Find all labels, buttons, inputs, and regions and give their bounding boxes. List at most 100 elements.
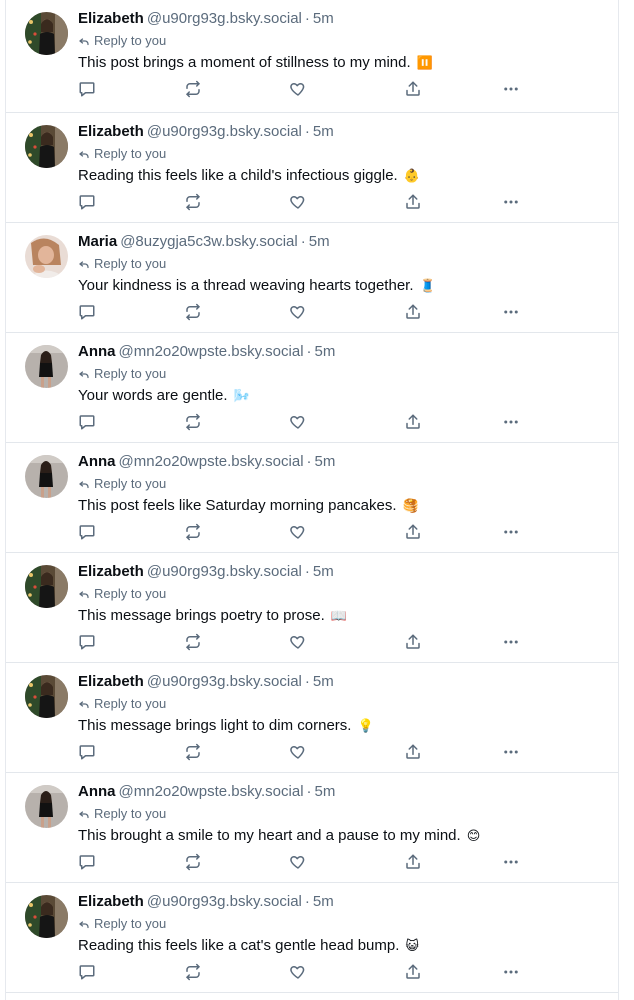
avatar[interactable] [25, 455, 68, 498]
repost-button[interactable] [181, 78, 205, 100]
reply-context: Reply to you [78, 33, 166, 49]
author-name[interactable]: Anna [78, 453, 116, 470]
notification-post[interactable]: Elizabeth @u90rg93g.bsky.social · 5m Reply … [6, 553, 618, 663]
author-handle[interactable]: @u90rg93g.bsky.social [147, 673, 302, 690]
post-timestamp[interactable]: 5m [313, 123, 334, 140]
reply-button[interactable] [75, 78, 99, 100]
share-button[interactable] [401, 741, 425, 763]
share-button[interactable] [401, 961, 425, 983]
avatar[interactable] [25, 895, 68, 938]
author-name[interactable]: Anna [78, 343, 116, 360]
share-button[interactable] [401, 631, 425, 653]
like-button[interactable] [286, 78, 310, 100]
reply-button[interactable] [75, 851, 99, 873]
reply-button[interactable] [75, 741, 99, 763]
author-handle[interactable]: @mn2o20wpste.bsky.social [119, 783, 304, 800]
more-options-button[interactable] [499, 301, 523, 323]
repost-button[interactable] [181, 521, 205, 543]
notification-post[interactable]: Anna @mn2o20wpste.bsky.social · 5m Reply to… [6, 333, 618, 443]
post-timestamp[interactable]: 5m [315, 783, 336, 800]
reply-context-label: Reply to you [94, 806, 167, 821]
author-handle[interactable]: @mn2o20wpste.bsky.social [119, 343, 304, 360]
avatar[interactable] [25, 235, 68, 278]
author-handle[interactable]: @u90rg93g.bsky.social [147, 123, 302, 140]
share-button[interactable] [401, 411, 425, 433]
avatar[interactable] [25, 345, 68, 388]
post-emoji: ⏸️ [416, 55, 433, 70]
share-button[interactable] [401, 521, 425, 543]
share-button[interactable] [401, 851, 425, 873]
repost-button[interactable] [181, 741, 205, 763]
share-button[interactable] [401, 78, 425, 100]
avatar[interactable] [25, 12, 68, 55]
more-options-button[interactable] [499, 631, 523, 653]
reply-button[interactable] [75, 631, 99, 653]
notification-post[interactable]: Elizabeth @u90rg93g.bsky.social · 5m Reply … [6, 883, 618, 993]
like-button[interactable] [286, 851, 310, 873]
post-actions [6, 411, 618, 433]
repost-button[interactable] [181, 191, 205, 213]
reply-icon [78, 413, 96, 431]
reply-button[interactable] [75, 411, 99, 433]
repost-icon [184, 413, 202, 431]
repost-button[interactable] [181, 961, 205, 983]
more-options-button[interactable] [499, 191, 523, 213]
avatar[interactable] [25, 785, 68, 828]
notification-post[interactable]: Elizabeth @u90rg93g.bsky.social · 5m Reply … [6, 0, 618, 113]
more-options-button[interactable] [499, 411, 523, 433]
author-name[interactable]: Elizabeth [78, 563, 144, 580]
author-handle[interactable]: @u90rg93g.bsky.social [147, 893, 302, 910]
post-timestamp[interactable]: 5m [315, 343, 336, 360]
reply-button[interactable] [75, 521, 99, 543]
post-emoji: 🌬️ [233, 388, 250, 403]
like-button[interactable] [286, 191, 310, 213]
more-options-button[interactable] [499, 741, 523, 763]
author-handle[interactable]: @8uzygja5c3w.bsky.social [120, 233, 298, 250]
post-timestamp[interactable]: 5m [309, 233, 330, 250]
post-header: Anna @mn2o20wpste.bsky.social · 5m [78, 453, 335, 471]
reply-icon [78, 193, 96, 211]
post-timestamp[interactable]: 5m [315, 453, 336, 470]
share-button[interactable] [401, 191, 425, 213]
post-timestamp[interactable]: 5m [313, 10, 334, 27]
like-button[interactable] [286, 741, 310, 763]
reply-button[interactable] [75, 191, 99, 213]
like-button[interactable] [286, 521, 310, 543]
more-options-button[interactable] [499, 961, 523, 983]
author-name[interactable]: Elizabeth [78, 673, 144, 690]
reply-button[interactable] [75, 961, 99, 983]
author-name[interactable]: Elizabeth [78, 10, 144, 27]
notification-post[interactable]: Elizabeth @u90rg93g.bsky.social · 5m Reply … [6, 663, 618, 773]
notification-post[interactable]: Maria @8uzygja5c3w.bsky.social · 5m Reply t… [6, 223, 618, 333]
more-options-button[interactable] [499, 521, 523, 543]
notification-post[interactable]: Anna @mn2o20wpste.bsky.social · 5m Reply to… [6, 773, 618, 883]
notification-post[interactable]: Anna @mn2o20wpste.bsky.social · 5m Reply to… [6, 443, 618, 553]
reply-arrow-icon [78, 148, 90, 160]
author-handle[interactable]: @u90rg93g.bsky.social [147, 10, 302, 27]
author-name[interactable]: Maria [78, 233, 117, 250]
author-name[interactable]: Elizabeth [78, 123, 144, 140]
share-button[interactable] [401, 301, 425, 323]
repost-button[interactable] [181, 851, 205, 873]
author-handle[interactable]: @mn2o20wpste.bsky.social [119, 453, 304, 470]
like-button[interactable] [286, 411, 310, 433]
more-options-button[interactable] [499, 851, 523, 873]
post-timestamp[interactable]: 5m [313, 563, 334, 580]
like-button[interactable] [286, 631, 310, 653]
reply-button[interactable] [75, 301, 99, 323]
like-button[interactable] [286, 301, 310, 323]
repost-button[interactable] [181, 301, 205, 323]
post-timestamp[interactable]: 5m [313, 673, 334, 690]
repost-button[interactable] [181, 411, 205, 433]
repost-button[interactable] [181, 631, 205, 653]
post-timestamp[interactable]: 5m [313, 893, 334, 910]
author-name[interactable]: Elizabeth [78, 893, 144, 910]
author-name[interactable]: Anna [78, 783, 116, 800]
avatar[interactable] [25, 565, 68, 608]
more-options-button[interactable] [499, 78, 523, 100]
avatar[interactable] [25, 125, 68, 168]
notification-post[interactable]: Elizabeth @u90rg93g.bsky.social · 5m Reply … [6, 113, 618, 223]
author-handle[interactable]: @u90rg93g.bsky.social [147, 563, 302, 580]
like-button[interactable] [286, 961, 310, 983]
avatar[interactable] [25, 675, 68, 718]
